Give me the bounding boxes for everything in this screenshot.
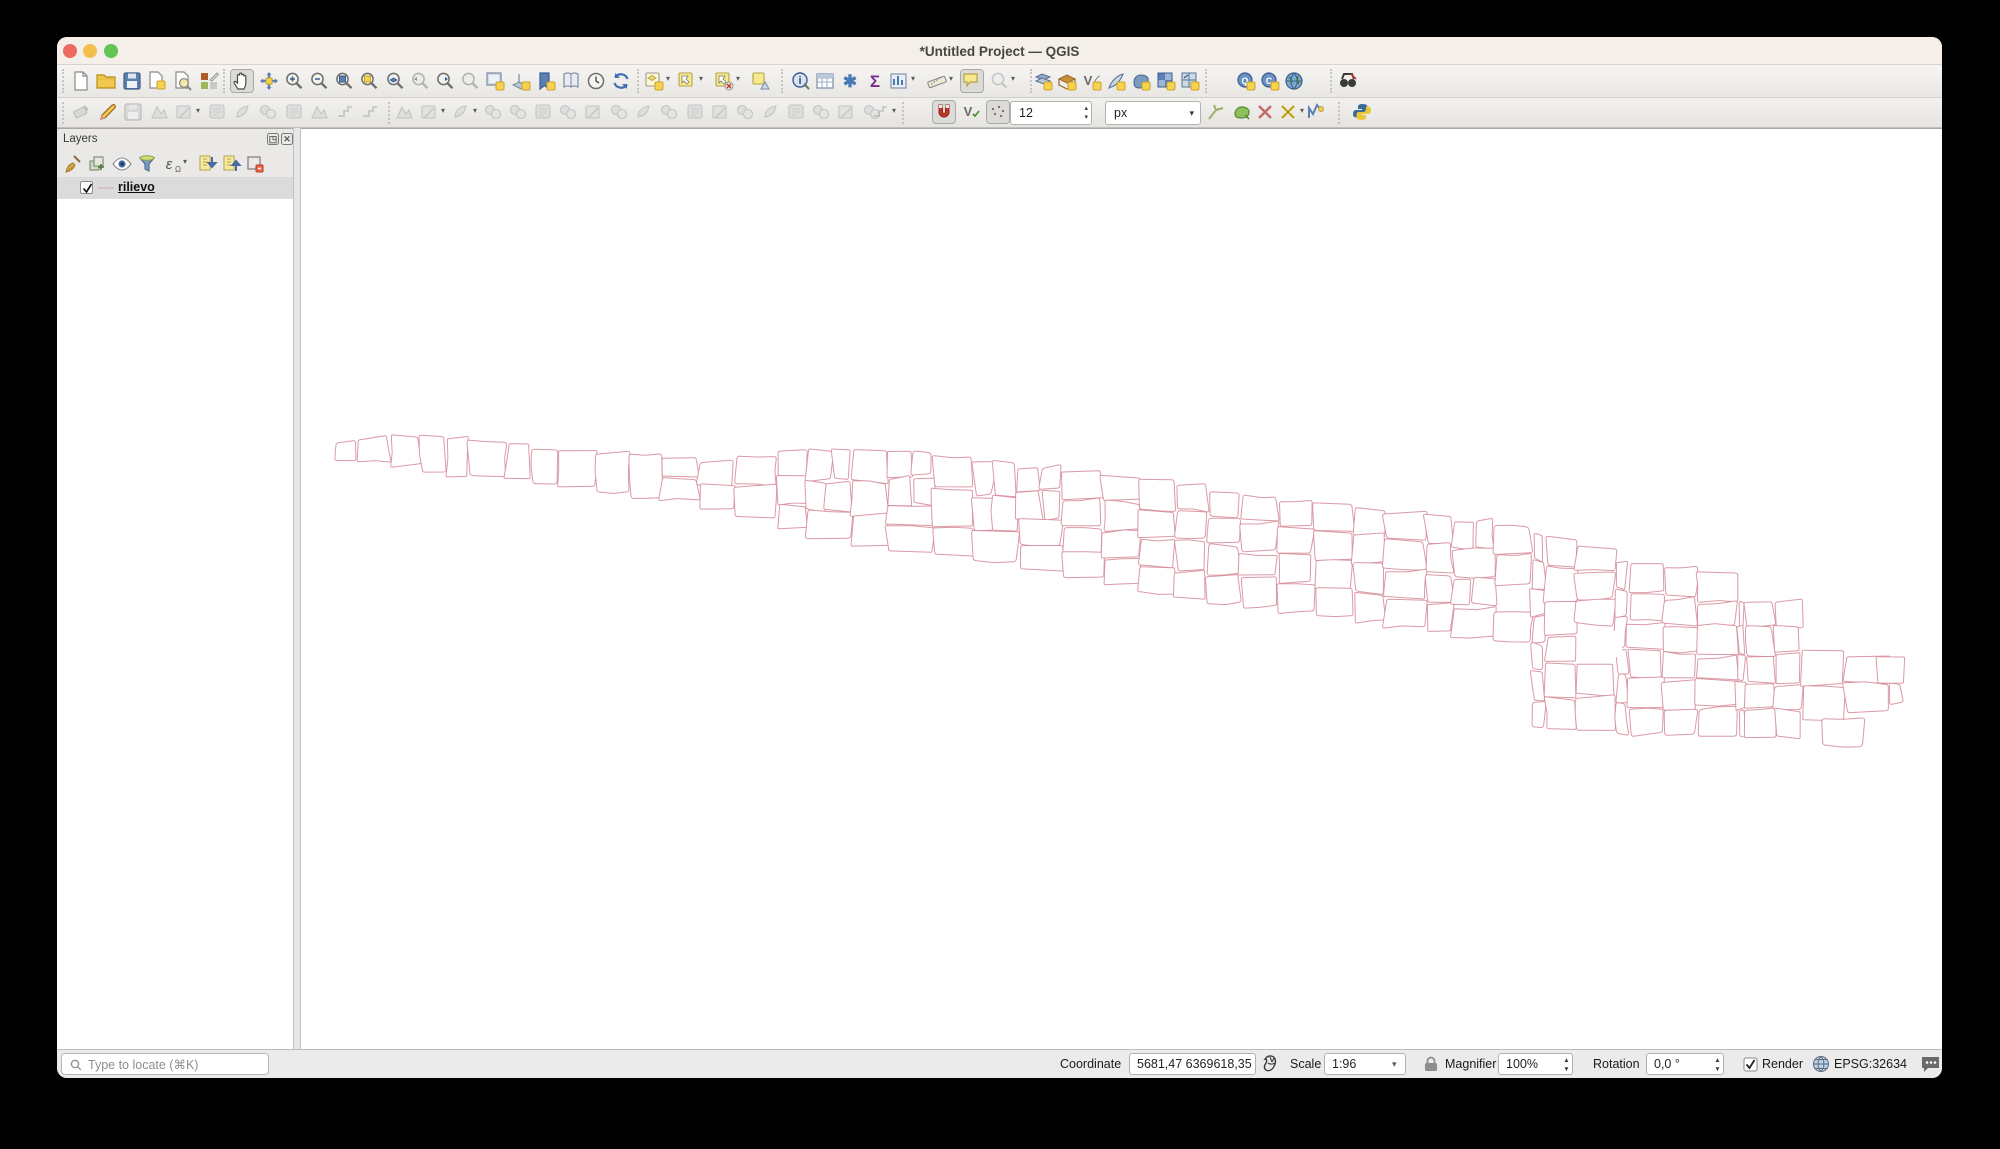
svg-text:ε: ε [166,156,173,173]
svg-text:Σ: Σ [870,72,880,91]
svg-text:i: i [798,75,801,87]
svg-text:✱: ✱ [843,72,857,91]
svg-text:V: V [964,104,973,119]
svg-text:Ω: Ω [175,165,181,174]
svg-text:V: V [1084,73,1093,88]
